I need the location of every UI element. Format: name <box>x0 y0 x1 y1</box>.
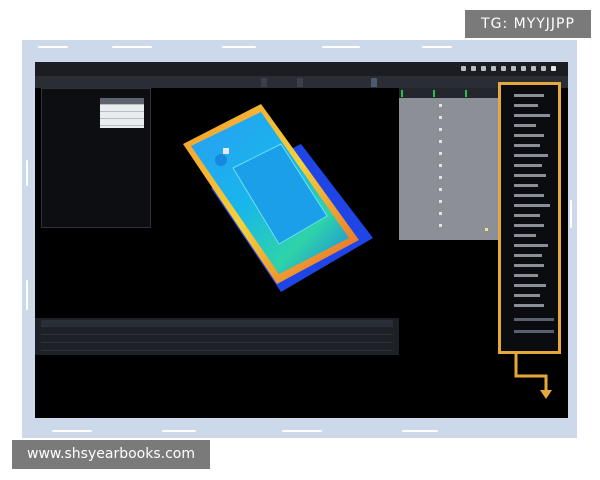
app-screenshot <box>35 62 568 418</box>
checkbox[interactable] <box>439 200 442 203</box>
viewport-tab-2[interactable] <box>297 78 303 87</box>
decor-dash <box>112 46 152 48</box>
channel-tab-1[interactable] <box>401 90 407 97</box>
channel-panel <box>399 88 499 240</box>
settings-icon[interactable] <box>531 66 536 71</box>
viewport-tabstrip <box>35 76 568 88</box>
checkbox[interactable] <box>439 188 442 191</box>
camera-cutout <box>215 154 227 166</box>
log-row <box>41 336 393 343</box>
viewport-tab-active[interactable] <box>371 78 377 87</box>
open-icon[interactable] <box>471 66 476 71</box>
cursor-marker <box>223 148 229 154</box>
grid-icon[interactable] <box>511 66 516 71</box>
checkbox[interactable] <box>439 128 442 131</box>
checkbox[interactable] <box>439 104 442 107</box>
table-row[interactable] <box>100 119 144 126</box>
parameter-table <box>100 98 144 128</box>
table-header <box>100 98 144 105</box>
decor-dash <box>38 46 68 48</box>
highlight-annotation-box <box>498 82 561 354</box>
copy-icon[interactable] <box>481 66 486 71</box>
top-toolbar <box>35 62 568 76</box>
log-panel <box>35 318 399 355</box>
decor-dash <box>222 46 256 48</box>
decor-dash <box>322 46 360 48</box>
checkbox[interactable] <box>439 176 442 179</box>
table-row[interactable] <box>100 105 144 112</box>
save-icon[interactable] <box>461 66 466 71</box>
decor-dash <box>282 430 322 432</box>
chart-icon[interactable] <box>541 66 546 71</box>
table-row[interactable] <box>100 112 144 119</box>
channel-tabs <box>399 88 499 98</box>
checkbox[interactable] <box>439 152 442 155</box>
properties-panel <box>41 88 151 228</box>
decor-dash <box>570 200 572 228</box>
decor-dash <box>52 430 92 432</box>
3d-viewport[interactable] <box>151 88 399 318</box>
log-header <box>41 320 393 327</box>
decor-dash <box>26 280 28 310</box>
checkbox[interactable] <box>439 224 442 227</box>
decor-dash <box>162 430 196 432</box>
close-icon[interactable] <box>551 66 556 71</box>
log-row <box>41 328 393 335</box>
checkbox[interactable] <box>439 212 442 215</box>
selected-item-marker[interactable] <box>485 228 488 231</box>
point-cloud-render <box>183 104 373 292</box>
decor-dash <box>422 46 452 48</box>
channel-tab-3[interactable] <box>465 90 471 97</box>
log-row <box>41 344 393 351</box>
decor-dash <box>402 430 438 432</box>
channel-tab-2[interactable] <box>433 90 439 97</box>
checkbox[interactable] <box>439 116 442 119</box>
viewport-tab-1[interactable] <box>261 78 267 87</box>
checkbox[interactable] <box>439 140 442 143</box>
annotation-arrow <box>514 352 552 399</box>
checkbox[interactable] <box>439 164 442 167</box>
paste-icon[interactable] <box>491 66 496 71</box>
site-watermark: www.shsyearbooks.com <box>12 440 210 469</box>
camera-icon[interactable] <box>501 66 506 71</box>
tg-watermark: TG: MYYJJPP <box>465 10 591 38</box>
lock-icon[interactable] <box>521 66 526 71</box>
decor-dash <box>26 160 28 186</box>
